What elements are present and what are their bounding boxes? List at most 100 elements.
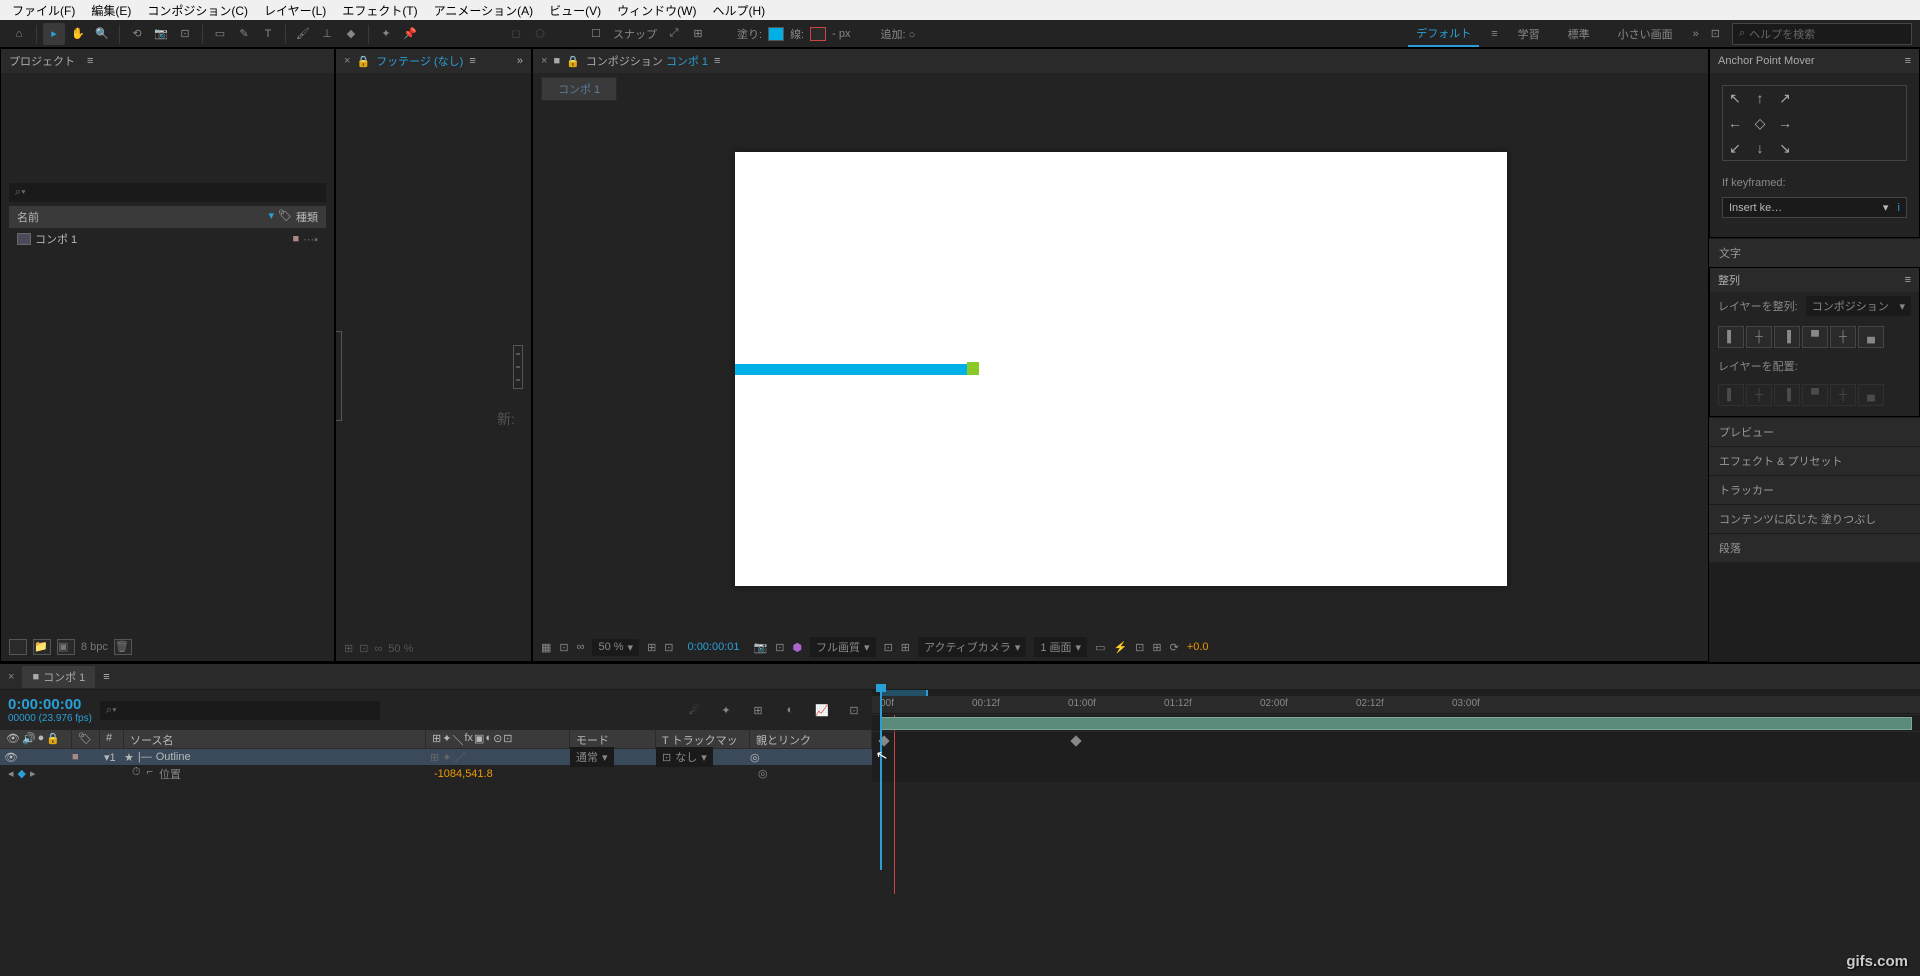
quality-dropdown[interactable]: フル画質 ▾: [810, 637, 876, 657]
align-top-icon[interactable]: ▀: [1802, 326, 1828, 348]
menu-effect[interactable]: エフェクト(T): [334, 0, 425, 21]
align-hcenter-icon[interactable]: ┼: [1746, 326, 1772, 348]
timeline-layer-1[interactable]: 👁 ■ ▾1 ★|—Outline ⊞ ✦ ／ 通常 ▾ ⊡ なし ▾ ◎: [0, 748, 872, 765]
rectangle-tool-icon[interactable]: ▭: [209, 23, 231, 45]
snapshot-icon[interactable]: 📷: [754, 641, 768, 654]
menu-window[interactable]: ウィンドウ(W): [609, 0, 704, 21]
panel-menu-icon[interactable]: ≡: [714, 55, 720, 67]
source-name-col[interactable]: ソース名: [124, 730, 426, 748]
panel-menu-icon[interactable]: ≡: [1905, 55, 1911, 67]
stroke-width-value[interactable]: - px: [828, 28, 854, 40]
add-keyframe-icon[interactable]: ◆: [18, 767, 26, 780]
anchor-panel-title[interactable]: Anchor Point Mover: [1718, 55, 1815, 67]
column-dropdown-icon[interactable]: ▾: [269, 209, 275, 225]
label-col-icon[interactable]: 🏷: [78, 733, 92, 745]
column-type[interactable]: 種類: [296, 209, 318, 225]
anchor-bottom-left[interactable]: ↙: [1723, 136, 1747, 160]
track-matte-dropdown[interactable]: ⊡ なし ▾: [656, 747, 713, 767]
workspace-default[interactable]: デフォルト: [1408, 21, 1479, 47]
anchor-center[interactable]: ◇: [1748, 111, 1772, 135]
transparency-grid-icon[interactable]: ⊞: [344, 642, 353, 655]
show-snapshot-icon[interactable]: ⊡: [775, 641, 784, 654]
new-comp-icon[interactable]: ▣: [57, 639, 75, 655]
content-fill-panel-header[interactable]: コンテンツに応じた 塗りつぶし: [1709, 504, 1920, 533]
project-search-input[interactable]: ⌕▾: [9, 183, 326, 202]
add-label[interactable]: 追加: ○: [876, 26, 919, 42]
align-panel-title[interactable]: 整列: [1718, 272, 1740, 288]
solo-col-icon[interactable]: ●: [38, 732, 45, 746]
character-panel-header[interactable]: 文字: [1709, 238, 1920, 267]
prev-keyframe-icon[interactable]: ◂: [8, 767, 14, 780]
pickwhip-icon[interactable]: ◎: [750, 752, 760, 764]
project-item-comp1[interactable]: コンポ 1 ■ ⋯▪: [9, 228, 326, 250]
comp-panel-title[interactable]: コンポジション コンポ 1: [586, 53, 708, 69]
panel-overflow-icon[interactable]: »: [517, 55, 523, 67]
playhead[interactable]: [880, 690, 882, 870]
bpc-label[interactable]: 8 bpc: [81, 641, 108, 653]
snap-magnet-icon[interactable]: ⤢: [663, 23, 685, 45]
anchor-right[interactable]: →: [1773, 111, 1797, 135]
new-folder-icon[interactable]: 📁: [33, 639, 51, 655]
selection-tool-icon[interactable]: ▸: [43, 23, 65, 45]
bezier-icon[interactable]: ⬠: [529, 23, 551, 45]
orbit-tool-icon[interactable]: ⟲: [126, 23, 148, 45]
project-panel-title[interactable]: プロジェクト: [9, 53, 75, 69]
hand-tool-icon[interactable]: ✋: [67, 23, 89, 45]
anchor-left[interactable]: ←: [1723, 111, 1747, 135]
shape-anchor[interactable]: [967, 362, 979, 375]
stroke-swatch[interactable]: [810, 27, 826, 41]
brain-icon[interactable]: ⊡: [844, 700, 864, 720]
mask-mode-icon[interactable]: ◻: [505, 23, 527, 45]
footage-panel-title[interactable]: フッテージ (なし): [376, 53, 463, 69]
resolution-icon[interactable]: ∞: [374, 643, 382, 655]
eraser-tool-icon[interactable]: ◆: [340, 23, 362, 45]
view-icon[interactable]: ⊡: [559, 641, 568, 654]
clone-tool-icon[interactable]: ⊥: [316, 23, 338, 45]
column-name[interactable]: 名前: [17, 209, 269, 225]
eye-icon[interactable]: 👁: [4, 752, 18, 764]
effects-panel-header[interactable]: エフェクト & プリセット: [1709, 446, 1920, 475]
pixel-ar-icon[interactable]: ▭: [1095, 641, 1105, 654]
fast-preview-icon[interactable]: ⚡: [1113, 641, 1127, 654]
audio-col-icon[interactable]: 🔊: [22, 732, 36, 746]
time-ruler[interactable]: 00f 00:12f 01:00f 01:12f 02:00f 02:12f 0…: [872, 696, 1920, 714]
menu-layer[interactable]: レイヤー(L): [256, 0, 334, 21]
interpret-footage-icon[interactable]: [9, 639, 27, 655]
motion-blur-icon[interactable]: ◐: [780, 700, 800, 720]
render-icon[interactable]: ⟳: [1170, 641, 1179, 654]
anchor-bottom[interactable]: ↓: [1748, 136, 1772, 160]
menu-help[interactable]: ヘルプ(H): [705, 0, 774, 21]
shy-icon[interactable]: ☄: [684, 700, 704, 720]
zoom-value[interactable]: 50 %: [388, 643, 413, 655]
current-time-display[interactable]: 0:00:00:01: [682, 639, 746, 655]
close-icon[interactable]: ×: [541, 55, 547, 67]
snap-edges-icon[interactable]: ⊞: [687, 23, 709, 45]
label-icon[interactable]: 🏷: [278, 209, 292, 225]
layer-number-col[interactable]: #: [100, 730, 124, 748]
workspace-menu-icon[interactable]: ≡: [1491, 28, 1497, 40]
timeline-icon[interactable]: ⊡: [1135, 641, 1144, 654]
shape-outline-bar[interactable]: [735, 364, 967, 375]
panel-menu-icon[interactable]: ≡: [103, 671, 109, 683]
stopwatch-icon[interactable]: ⏱: [132, 766, 141, 782]
align-to-dropdown[interactable]: コンポジション ▾: [1806, 296, 1911, 316]
workspace-small[interactable]: 小さい画面: [1610, 22, 1681, 46]
menu-edit[interactable]: 編集(E): [83, 0, 139, 21]
panel-menu-icon[interactable]: ≡: [87, 55, 93, 67]
roto-tool-icon[interactable]: ✦: [375, 23, 397, 45]
anchor-top-left[interactable]: ↖: [1723, 86, 1747, 110]
color-mgmt-icon[interactable]: ⬢: [792, 641, 802, 654]
align-bottom-icon[interactable]: ▄: [1858, 326, 1884, 348]
fill-swatch[interactable]: [768, 27, 784, 41]
mask-icon[interactable]: ∞: [577, 641, 585, 653]
workspace-learn[interactable]: 学習: [1510, 22, 1548, 46]
trackmatte-col[interactable]: T トラックマット: [656, 730, 750, 748]
alpha-icon[interactable]: ▦: [541, 641, 551, 654]
pan-behind-tool-icon[interactable]: ⊡: [174, 23, 196, 45]
tracker-panel-header[interactable]: トラッカー: [1709, 475, 1920, 504]
comp-flowchart-tab[interactable]: コンポ 1: [541, 77, 617, 101]
snap-checkbox-icon[interactable]: ☐: [585, 23, 607, 45]
lock-col-icon[interactable]: 🔒: [46, 732, 60, 746]
keyframe-marker[interactable]: [1070, 735, 1081, 746]
workspace-standard[interactable]: 標準: [1560, 22, 1598, 46]
